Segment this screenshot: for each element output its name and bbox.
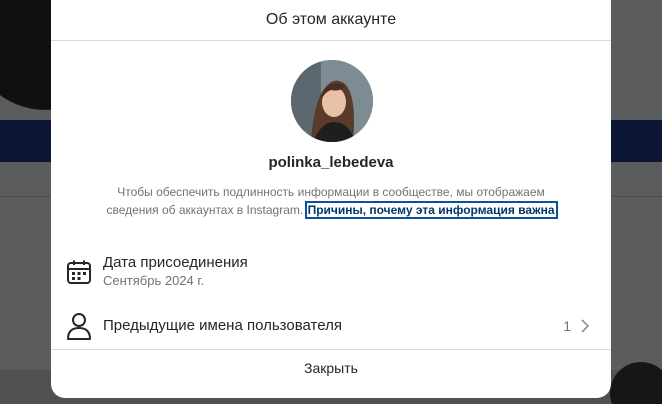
avatar	[291, 60, 373, 142]
about-account-dialog: Об этом аккаунте polinka_lebedeva Чтобы …	[51, 0, 611, 398]
previous-usernames-row[interactable]: Предыдущие имена пользователя 1	[51, 306, 611, 346]
previous-usernames-text: Предыдущие имена пользователя	[103, 317, 342, 335]
account-username: polinka_lebedeva	[268, 154, 394, 171]
dialog-title: Об этом аккаунте	[265, 11, 397, 28]
chevron-right-icon	[579, 319, 591, 333]
close-button-label: Закрыть	[304, 360, 358, 376]
user-icon	[65, 312, 93, 340]
account-info-text: Чтобы обеспечить подлинность информации …	[101, 183, 561, 219]
avatar-photo-icon	[291, 60, 373, 142]
date-joined-label: Дата присоединения	[103, 254, 248, 271]
why-important-link[interactable]: Причины, почему эта информация важна	[304, 201, 558, 219]
date-joined-row: Дата присоединения Сентябрь 2024 г.	[51, 252, 611, 292]
date-joined-value: Сентябрь 2024 г.	[103, 273, 205, 288]
previous-usernames-count: 1	[563, 318, 571, 334]
previous-usernames-label: Предыдущие имена пользователя	[103, 317, 342, 334]
calendar-icon	[65, 258, 93, 286]
date-joined-text: Дата присоединения Сентябрь 2024 г.	[103, 254, 248, 290]
dialog-header: Об этом аккаунте	[51, 0, 611, 41]
close-button[interactable]: Закрыть	[51, 349, 611, 398]
